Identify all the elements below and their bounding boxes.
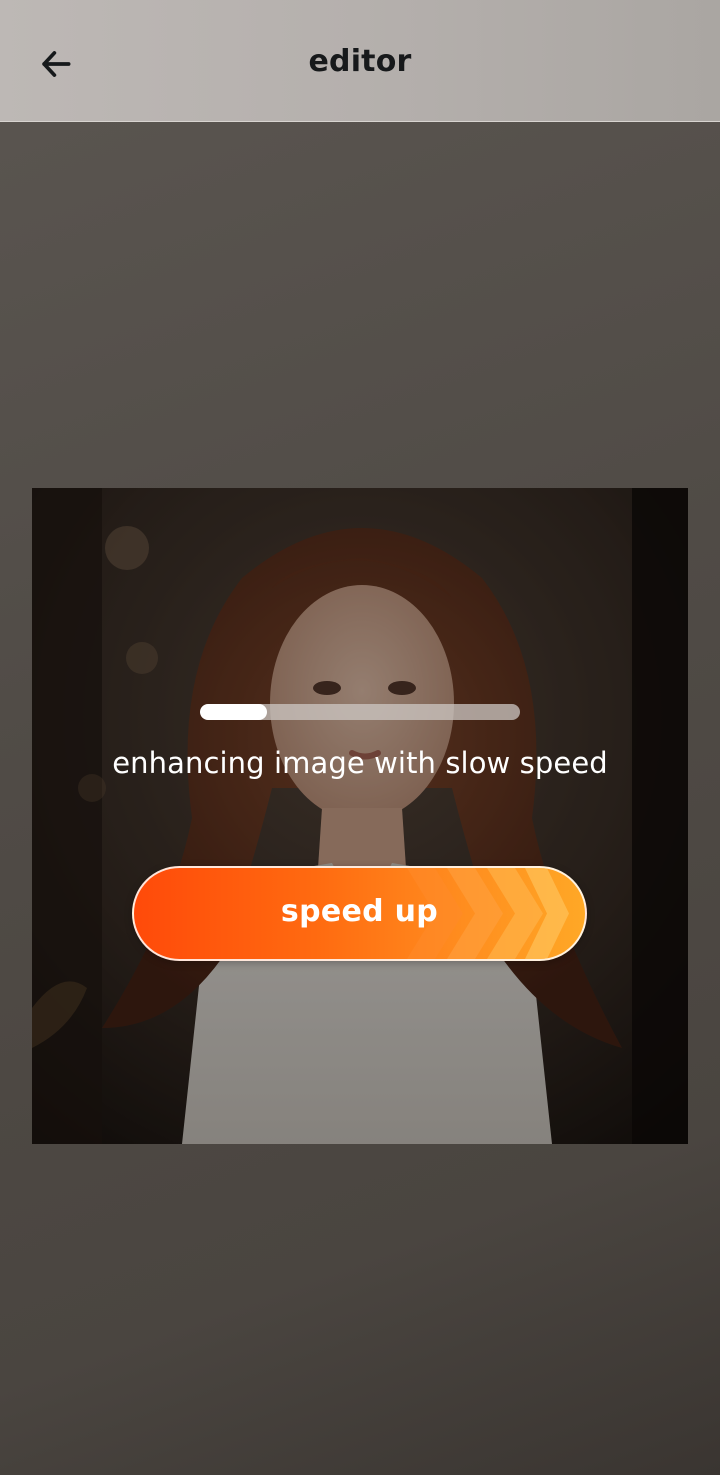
status-text: enhancing image with slow speed [112,746,608,780]
image-preview: enhancing image with slow speed speed up [32,488,688,1144]
speed-up-button[interactable]: speed up [132,866,587,961]
progress-bar [200,704,520,720]
page-title: editor [308,44,412,79]
top-app-bar: editor [0,0,720,122]
speed-up-label: speed up [280,894,439,929]
progress-fill [200,704,268,720]
dim-overlay [32,488,688,1144]
